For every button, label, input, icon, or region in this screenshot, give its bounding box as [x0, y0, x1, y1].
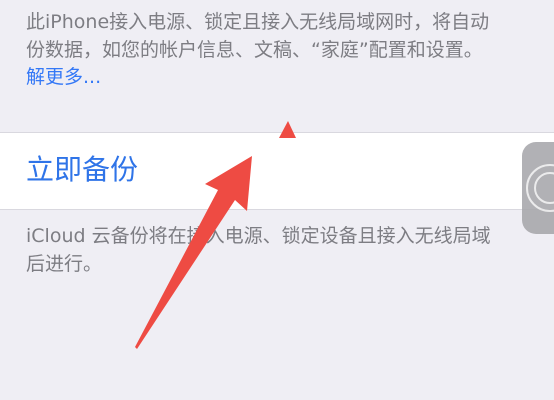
icloud-backup-screen: 此iPhone接入电源、锁定且接入无线局域网时，将自动 份数据，如您的帐户信息、… — [0, 0, 554, 400]
backup-footer-line-1: iCloud 云备份将在接入电源、锁定设备且接入无线局域 — [26, 225, 491, 247]
backup-description-line-2: 份数据，如您的帐户信息、文稿、“家庭”配置和设置。 — [26, 39, 483, 61]
backup-description-top: 此iPhone接入电源、锁定且接入无线局域网时，将自动 份数据，如您的帐户信息、… — [26, 8, 554, 64]
learn-more-link[interactable]: 解更多... — [26, 63, 101, 91]
backup-now-cell[interactable]: 立即备份 — [0, 132, 554, 210]
assistive-touch-icon[interactable] — [522, 142, 554, 234]
backup-now-button[interactable]: 立即备份 — [26, 152, 138, 188]
backup-footer-line-2: 后进行。 — [26, 253, 103, 275]
backup-description-line-1: 此iPhone接入电源、锁定且接入无线局域网时，将自动 — [26, 11, 490, 33]
backup-description-bottom: iCloud 云备份将在接入电源、锁定设备且接入无线局域 后进行。 — [26, 222, 554, 278]
